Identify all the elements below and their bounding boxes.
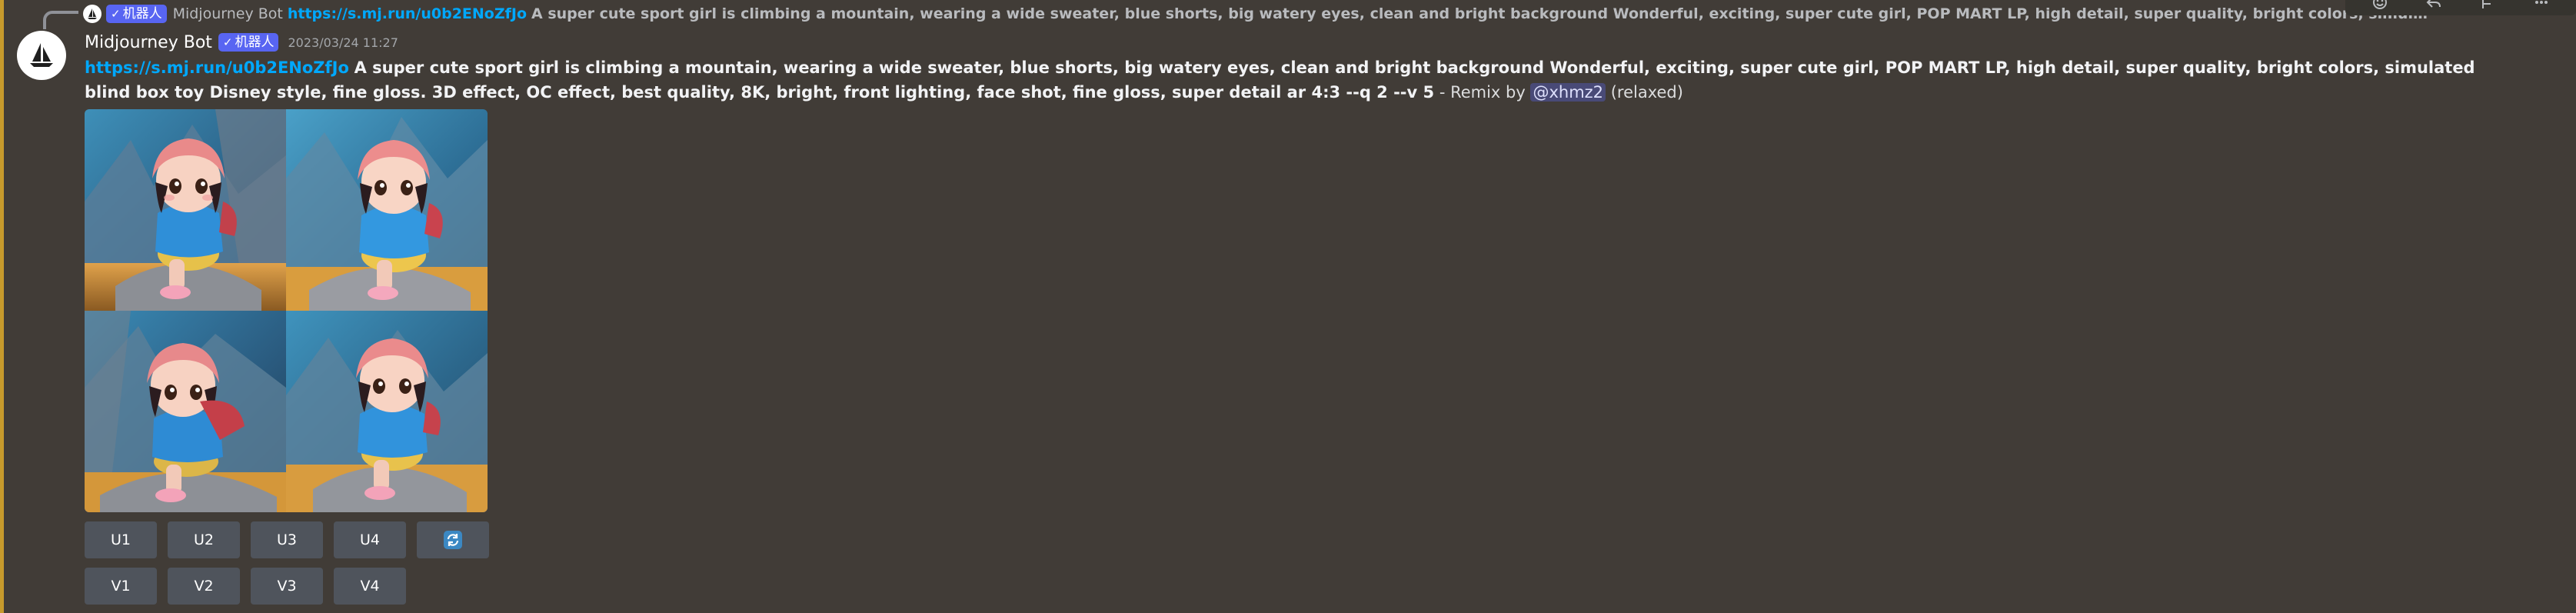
reply-link[interactable]: https://s.mj.run/u0b2ENoZfJo [288,2,527,26]
image-grid[interactable] [85,109,488,512]
girl-illustration [85,311,286,512]
bot-badge: ✓ 机器人 [106,5,167,23]
image-tile-3[interactable] [85,311,286,512]
sailboat-icon [88,8,97,19]
thread-icon [2482,0,2491,8]
reply-avatar[interactable] [83,5,102,23]
image-tile-1[interactable] [85,109,286,311]
upscale-button-row: U1 U2 U3 U4 [85,521,489,558]
image-tile-2[interactable] [286,109,488,311]
emoji-icon [2373,0,2387,9]
refresh-icon [444,531,462,549]
variation-3-button[interactable]: V3 [251,568,323,605]
check-icon: ✓ [222,35,233,49]
prompt-text: A super cute sport girl is climbing a mo… [85,58,2475,102]
check-icon: ✓ [111,7,121,21]
upscale-3-button[interactable]: U3 [251,521,323,558]
author-name[interactable]: Midjourney Bot [85,33,212,52]
bot-badge: ✓ 机器人 [218,33,279,52]
girl-illustration [286,311,488,512]
girl-illustration [286,109,488,311]
bot-badge-label: 机器人 [122,6,162,22]
variation-4-button[interactable]: V4 [334,568,406,605]
mode-label: (relaxed) [1606,83,1683,102]
variation-2-button[interactable]: V2 [168,568,240,605]
message-toolbar [2345,0,2576,15]
thread-button[interactable] [2474,0,2501,14]
reply-icon [2426,0,2441,8]
sailboat-icon [30,43,53,67]
upscale-2-button[interactable]: U2 [168,521,240,558]
variation-1-button[interactable]: V1 [85,568,157,605]
prompt-link[interactable]: https://s.mj.run/u0b2ENoZfJo [85,58,349,77]
reply-button[interactable] [2421,0,2447,14]
girl-illustration [85,109,286,311]
reply-preview[interactable]: ✓ 机器人 Midjourney Bot https://s.mj.run/u0… [83,2,2428,26]
reply-author[interactable]: Midjourney Bot [173,2,283,26]
bot-badge-label: 机器人 [235,35,275,50]
more-icon [2535,1,2548,4]
reroll-button[interactable] [417,521,489,558]
more-button[interactable] [2528,0,2554,14]
upscale-4-button[interactable]: U4 [334,521,406,558]
reply-spine [43,11,78,29]
add-reaction-button[interactable] [2367,0,2393,14]
variation-button-row: V1 V2 V3 V4 [85,568,406,605]
message-timestamp[interactable]: 2023/03/24 11:27 [288,35,398,50]
message-header: Midjourney Bot ✓ 机器人 2023/03/24 11:27 [85,29,398,55]
reply-text[interactable]: A super cute sport girl is climbing a mo… [531,2,2428,26]
highlight-accent-bar [0,0,4,613]
upscale-1-button[interactable]: U1 [85,521,157,558]
message-content: https://s.mj.run/u0b2ENoZfJo A super cut… [85,55,2499,105]
image-tile-4[interactable] [286,311,488,512]
author-avatar[interactable] [17,31,66,80]
user-mention[interactable]: @xhmz2 [1530,83,1606,102]
remix-suffix: - Remix by [1434,83,1531,102]
